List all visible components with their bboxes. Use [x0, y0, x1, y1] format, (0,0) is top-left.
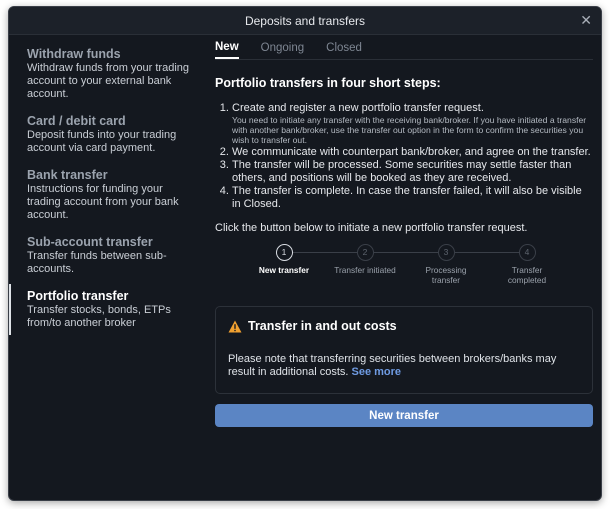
sidebar-item-title: Card / debit card — [27, 114, 126, 128]
sidebar-item-sub-account-transfer[interactable]: Sub-account transfer Transfer funds betw… — [9, 230, 205, 281]
sidebar-item-card-debit[interactable]: Card / debit card Deposit funds into you… — [9, 109, 205, 160]
step-label: Transfer completed — [507, 265, 547, 285]
sidebar-item-title: Withdraw funds — [27, 47, 121, 61]
deposits-transfers-dialog: Deposits and transfers ✕ Withdraw funds … — [8, 6, 602, 501]
intro-text: Click the button below to initiate a new… — [215, 222, 528, 234]
costs-notice-card: Transfer in and out costs Please note th… — [215, 306, 593, 394]
stepper-step-processing-transfer: 3 Processing transfer — [406, 244, 486, 285]
section-heading: Portfolio transfers in four short steps: — [215, 76, 441, 90]
sidebar-item-desc: Transfer stocks, bonds, ETPs from/to ano… — [27, 304, 171, 329]
tab-new[interactable]: New — [215, 41, 239, 59]
stepper-step-new-transfer: 1 New transfer — [244, 244, 324, 275]
close-icon[interactable]: ✕ — [580, 13, 592, 27]
warning-icon — [228, 320, 242, 332]
sidebar-item-title: Sub-account transfer — [27, 235, 153, 249]
dialog-title: Deposits and transfers — [244, 13, 366, 28]
sidebar-item-desc: Deposit funds into your trading account … — [27, 129, 177, 154]
see-more-link[interactable]: See more — [352, 366, 402, 378]
step-text: We communicate with counterpart bank/bro… — [232, 145, 591, 158]
step-text: The transfer is complete. In case the tr… — [232, 185, 582, 210]
step-number: 2 — [356, 244, 374, 261]
tab-ongoing[interactable]: Ongoing — [261, 42, 304, 59]
step-label: Processing transfer — [425, 265, 467, 285]
sidebar-item-desc: Withdraw funds from your trading account… — [27, 62, 190, 100]
sidebar-item-title: Portfolio transfer — [27, 289, 129, 303]
step-text: The transfer will be processed. Some sec… — [232, 159, 572, 184]
costs-header: Transfer in and out costs — [228, 319, 580, 333]
list-item: The transfer is complete. In case the tr… — [232, 185, 593, 210]
steps-list: Create and register a new portfolio tran… — [215, 102, 593, 210]
sidebar-item-bank-transfer[interactable]: Bank transfer Instructions for funding y… — [9, 163, 205, 227]
step-subtext: You need to initiate any transfer with t… — [232, 114, 587, 145]
step-number: 3 — [437, 244, 455, 261]
step-number: 1 — [275, 244, 293, 261]
sidebar-item-desc: Instructions for funding your trading ac… — [27, 183, 179, 221]
step-label: Transfer initiated — [334, 265, 396, 275]
title-bar: Deposits and transfers ✕ — [9, 7, 601, 35]
stepper-step-transfer-initiated: 2 Transfer initiated — [325, 244, 405, 275]
list-item: Create and register a new portfolio tran… — [232, 102, 593, 145]
progress-stepper: 1 New transfer 2 Transfer initiated 3 Pr… — [215, 244, 593, 300]
main-panel: New Ongoing Closed Portfolio transfers i… — [215, 36, 593, 500]
stepper-step-transfer-completed: 4 Transfer completed — [487, 244, 567, 285]
list-item: The transfer will be processed. Some sec… — [232, 159, 593, 184]
sidebar-item-withdraw-funds[interactable]: Withdraw funds Withdraw funds from your … — [9, 42, 205, 106]
sidebar: Withdraw funds Withdraw funds from your … — [9, 36, 205, 500]
costs-title: Transfer in and out costs — [248, 319, 397, 333]
tab-closed[interactable]: Closed — [326, 42, 362, 59]
step-label: New transfer — [258, 265, 310, 275]
tab-bar: New Ongoing Closed — [215, 36, 593, 60]
new-transfer-button[interactable]: New transfer — [215, 404, 593, 427]
costs-text: Please note that transferring securities… — [228, 353, 580, 379]
step-text: Create and register a new portfolio tran… — [232, 102, 484, 114]
sidebar-item-title: Bank transfer — [27, 168, 108, 182]
step-number: 4 — [518, 244, 536, 261]
sidebar-item-portfolio-transfer[interactable]: Portfolio transfer Transfer stocks, bond… — [9, 284, 205, 335]
sidebar-item-desc: Transfer funds between sub-accounts. — [27, 250, 167, 275]
list-item: We communicate with counterpart bank/bro… — [232, 146, 593, 159]
